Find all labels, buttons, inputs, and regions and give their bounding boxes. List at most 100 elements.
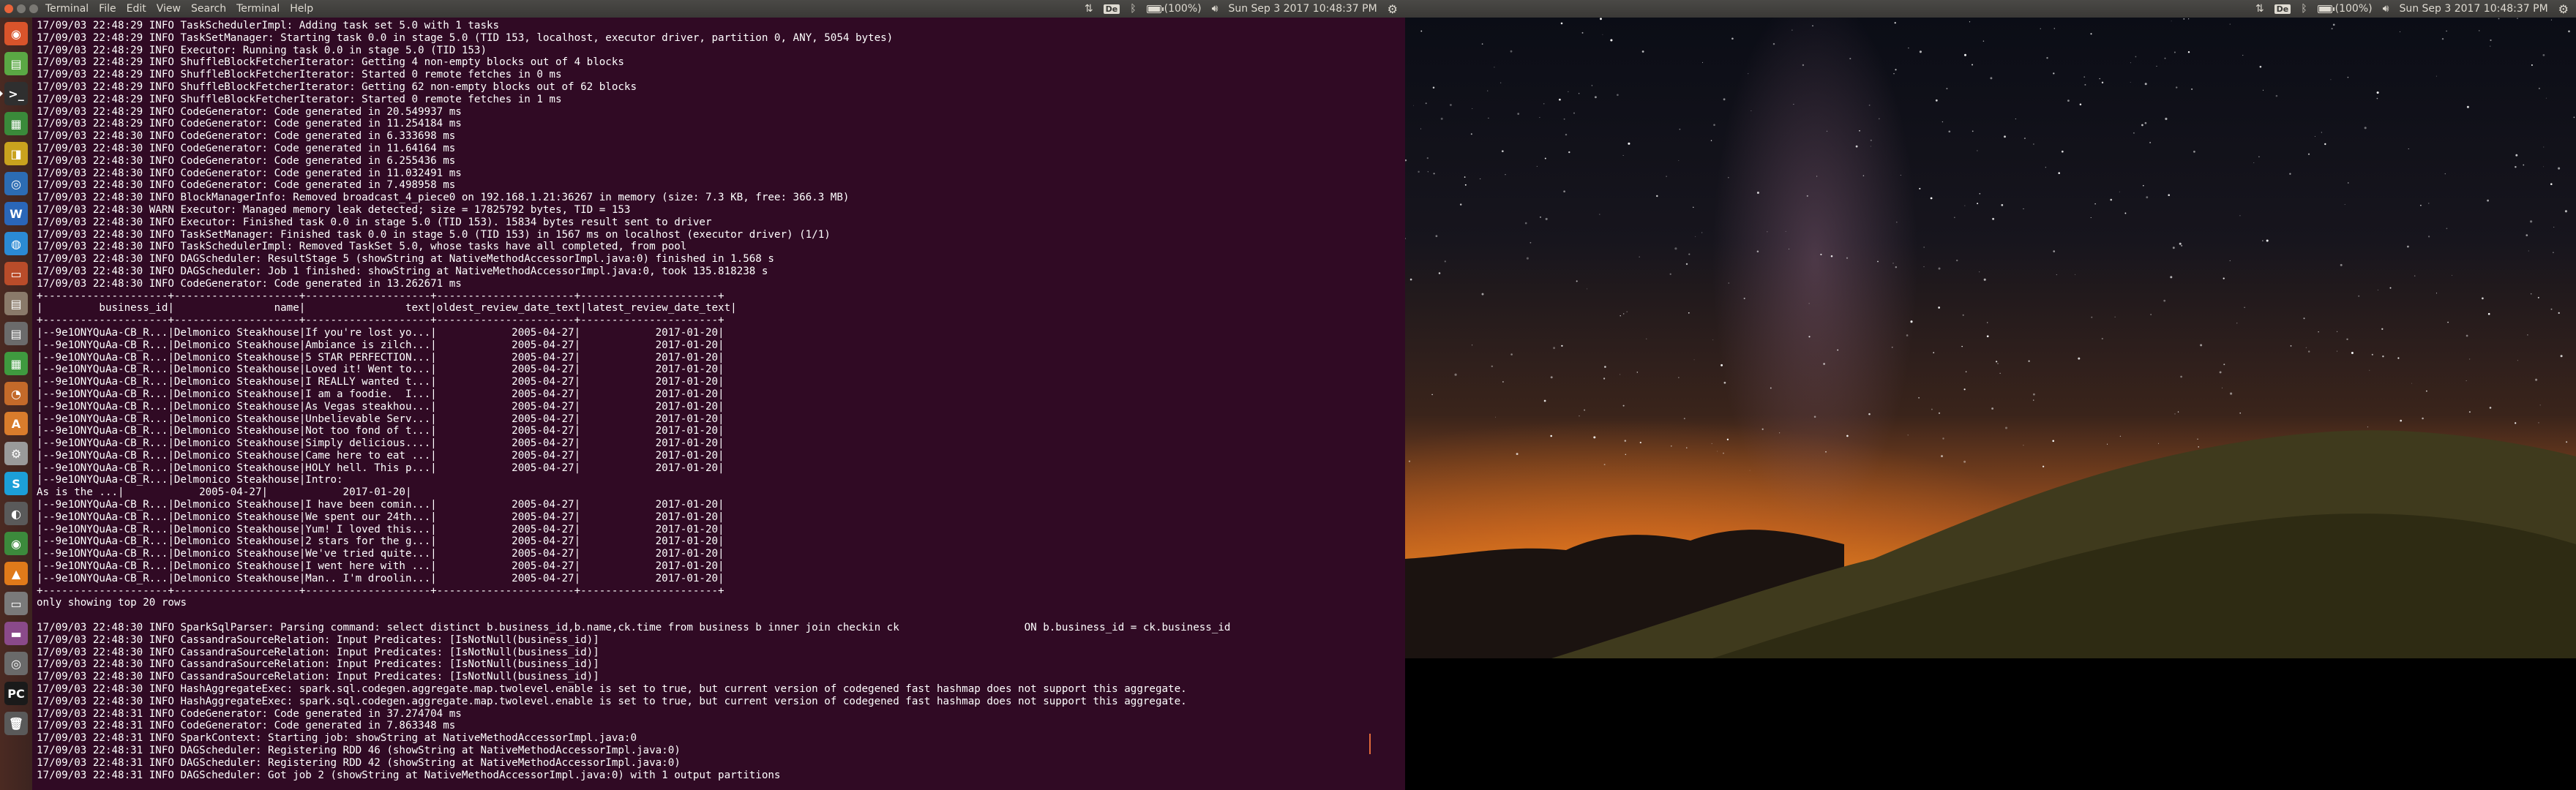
star [2229, 23, 2231, 25]
ubuntu-one-icon[interactable]: ◔ [4, 382, 28, 405]
terminal-window[interactable]: 17/09/03 22:48:29 INFO TaskSchedulerImpl… [32, 18, 1405, 790]
calc-icon[interactable]: ▦ [4, 112, 28, 135]
star [2347, 76, 2349, 78]
star [1409, 278, 1412, 281]
keyboard-layout-indicator[interactable]: De [2274, 4, 2291, 14]
trash-icon[interactable]: 🗑 [4, 712, 28, 735]
star [1539, 117, 1540, 118]
clock[interactable]: Sun Sep 3 2017 10:48:37 PM [2399, 3, 2547, 15]
star [1641, 50, 1644, 53]
keyboard-icon[interactable]: ▭ [4, 592, 28, 615]
star [2332, 23, 2335, 26]
network-icon[interactable]: ⇅ [2255, 3, 2264, 15]
battery-icon [1146, 4, 1164, 13]
star [2490, 39, 2492, 42]
star [1624, 440, 1627, 442]
star [1963, 460, 1966, 463]
star [1999, 372, 2001, 374]
writer-icon[interactable]: W [4, 202, 28, 225]
star [2170, 276, 2173, 279]
star [1749, 470, 1751, 471]
libreoffice-icon[interactable]: ◨ [4, 142, 28, 165]
star [1420, 30, 1423, 32]
impress-icon[interactable]: ▭ [4, 262, 28, 285]
menu-file[interactable]: File [99, 3, 116, 15]
battery-percent: (100%) [2334, 3, 2373, 15]
vlc-icon[interactable]: ▲ [4, 562, 28, 585]
menu-help[interactable]: Help [290, 3, 313, 15]
star [2174, 413, 2176, 415]
star [2078, 357, 2081, 360]
menu-view[interactable]: View [157, 3, 181, 15]
app2-icon[interactable]: ◐ [4, 502, 28, 525]
maximize-window-icon[interactable] [29, 4, 38, 13]
sheet-icon[interactable]: ▦ [4, 352, 28, 375]
files-icon[interactable]: ▤ [4, 52, 28, 75]
close-window-icon[interactable] [4, 4, 13, 13]
star [1938, 412, 1941, 414]
star [1450, 104, 1452, 106]
settings-icon[interactable]: ⚙ [4, 442, 28, 465]
volume-icon[interactable]: 🔊︎ [1212, 3, 1218, 15]
gear-icon[interactable]: ⚙ [2558, 2, 2569, 16]
star [1938, 267, 1941, 270]
star [2004, 426, 2008, 429]
star [2239, 412, 2242, 414]
menu-edit[interactable]: Edit [127, 3, 146, 15]
star [1802, 64, 1805, 67]
keyboard-layout-indicator[interactable]: De [1103, 4, 1120, 14]
star [1418, 170, 1420, 173]
clock[interactable]: Sun Sep 3 2017 10:48:37 PM [1228, 3, 1377, 15]
star [1620, 315, 1621, 317]
star [1849, 58, 1852, 60]
app-title: Terminal [45, 3, 89, 15]
skype-icon[interactable]: S [4, 472, 28, 495]
software-center-icon[interactable]: A [4, 412, 28, 435]
menu-search[interactable]: Search [191, 3, 226, 15]
wallpaper-art [1405, 18, 2576, 658]
battery-indicator[interactable]: (100%) [2317, 3, 2373, 15]
star [2262, 89, 2264, 91]
volume-icon[interactable]: 🔊︎ [2383, 3, 2389, 15]
terminal-scroll-marker [1369, 734, 1371, 754]
star [1895, 69, 1897, 71]
minimize-window-icon[interactable] [17, 4, 26, 13]
star [1603, 377, 1606, 380]
bluetooth-icon[interactable]: ᛒ [2301, 3, 2307, 15]
chrome-icon[interactable]: ◉ [4, 532, 28, 555]
browser-icon[interactable]: ◎ [4, 172, 28, 195]
star [2175, 86, 2178, 89]
star [2033, 399, 2034, 401]
star [1553, 347, 1556, 350]
star [1426, 157, 1429, 159]
disk-icon[interactable]: ◎ [4, 652, 28, 675]
star [2091, 316, 2093, 318]
star [2526, 234, 2528, 236]
doc-icon[interactable]: ▤ [4, 322, 28, 345]
star [2420, 204, 2422, 206]
network-icon[interactable]: ⇅ [1085, 3, 1093, 15]
star [2052, 440, 2054, 443]
star [2543, 166, 2545, 168]
star [1728, 176, 1729, 178]
star [2163, 299, 2166, 302]
app-icon[interactable]: ◍ [4, 232, 28, 255]
terminal-icon[interactable]: >_ [0, 82, 28, 105]
star [2179, 242, 2182, 245]
bluetooth-icon[interactable]: ᛒ [1130, 3, 1136, 15]
star [2376, 91, 2379, 94]
dash-icon[interactable]: ◉ [4, 22, 28, 45]
star [1991, 407, 1994, 410]
star [2523, 164, 2525, 166]
menu-terminal[interactable]: Terminal [236, 3, 280, 15]
pycharm-icon[interactable]: PC [4, 682, 28, 705]
star [1830, 255, 1833, 257]
star [1427, 171, 1429, 173]
star [1813, 415, 1816, 418]
db-icon[interactable]: ▬ [4, 622, 28, 645]
star [2149, 141, 2152, 143]
battery-indicator[interactable]: (100%) [1146, 3, 1202, 15]
gear-icon[interactable]: ⚙ [1388, 2, 1398, 16]
star [1977, 203, 1979, 205]
notes-icon[interactable]: ▤ [4, 292, 28, 315]
